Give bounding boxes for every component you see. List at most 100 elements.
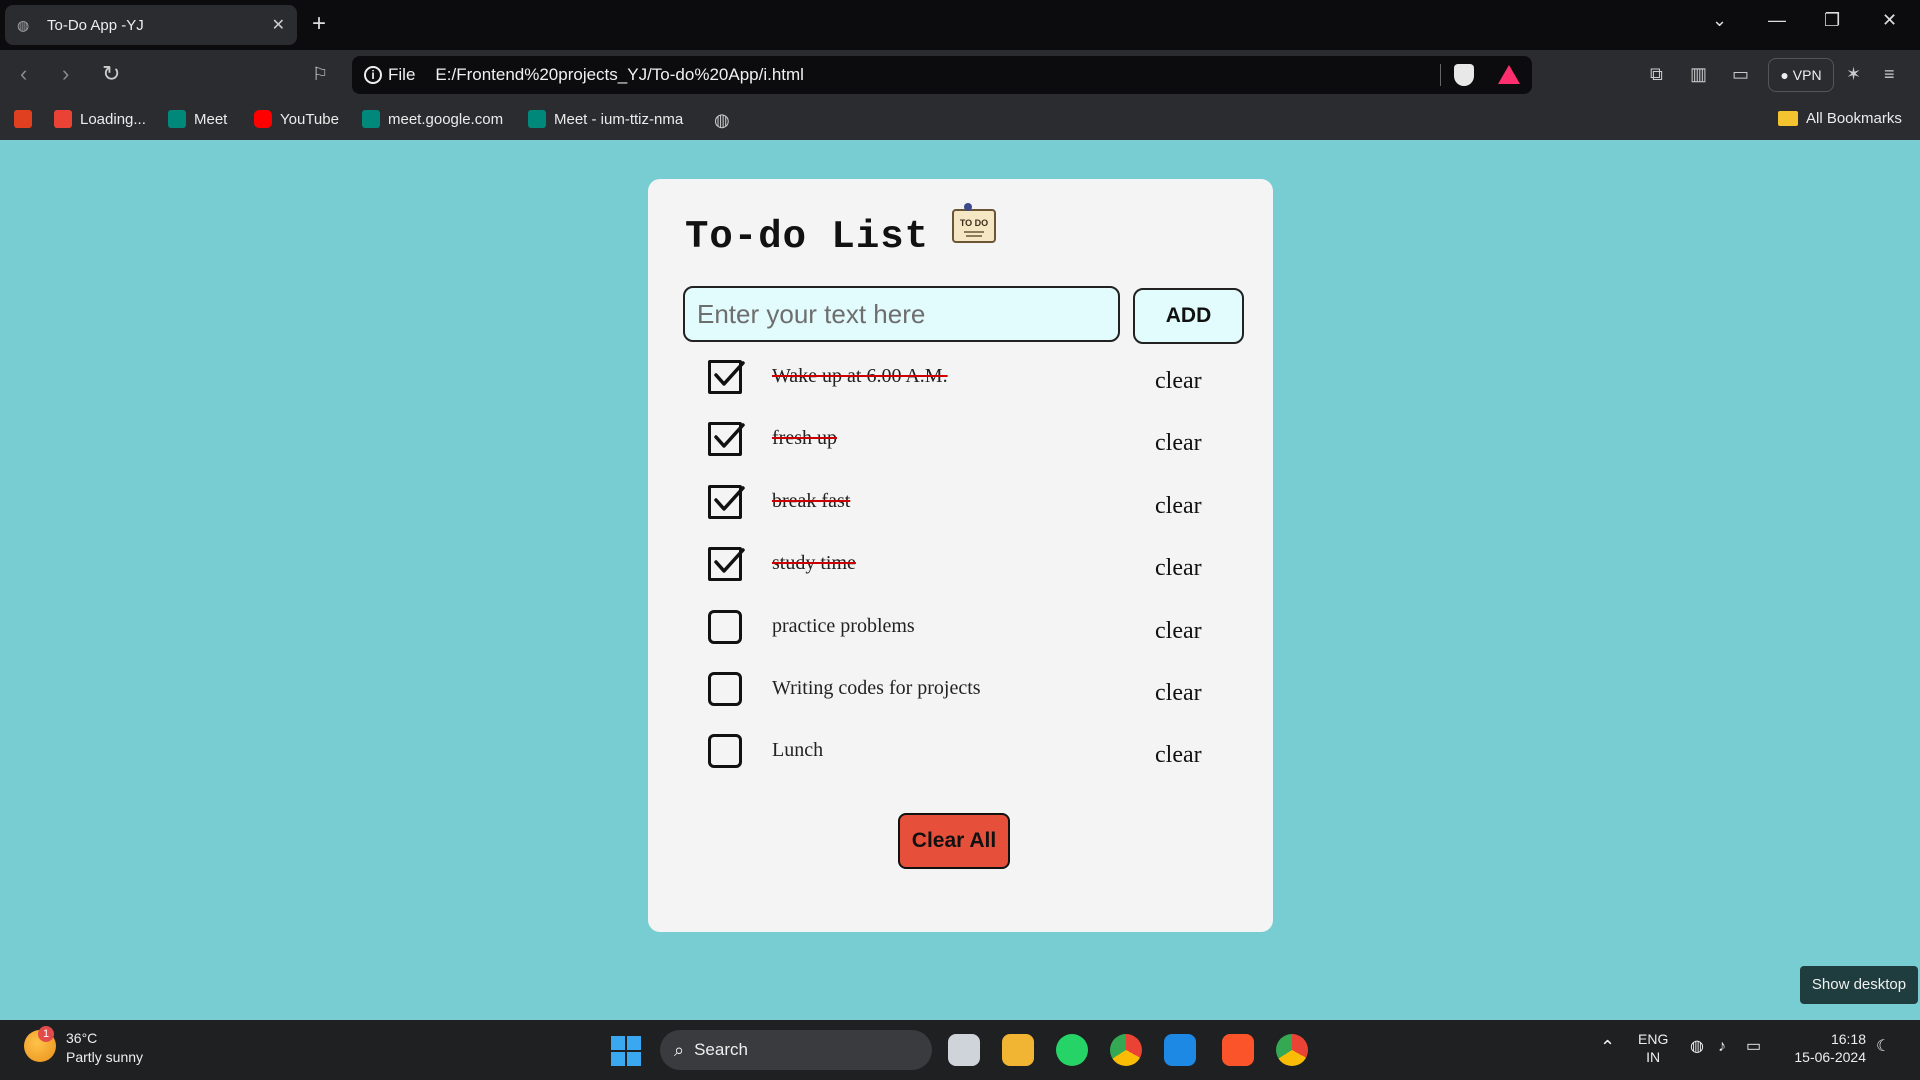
task-row: practice problems clear [708,610,1228,650]
brave-shield-icon[interactable] [1454,64,1474,86]
url-scheme: File [388,65,416,84]
clear-task-button[interactable]: clear [1155,430,1202,457]
browser-toolbar: ‹ › ↻ ⚐ i File E:/Frontend%20projects_YJ… [0,50,1920,100]
search-icon: ⌕ [674,1039,685,1060]
new-tab-button[interactable]: + [312,10,326,38]
chrome-icon[interactable] [1110,1034,1142,1066]
weather-badge: 1 [38,1026,54,1042]
task-text: Lunch [772,739,824,761]
leo-icon[interactable]: ✶ [1846,64,1861,85]
all-bookmarks-button[interactable]: All Bookmarks [1778,110,1902,127]
bookmark-globe-icon[interactable]: ◍ [714,110,730,131]
reload-icon[interactable]: ↻ [102,62,120,86]
brave-rewards-icon[interactable] [1498,65,1520,84]
task-text: practice problems [772,615,915,637]
bookmark-item[interactable]: Loading... [54,110,146,128]
all-bookmarks-label: All Bookmarks [1806,110,1902,127]
checkbox-checked[interactable] [708,360,745,394]
clear-task-button[interactable]: clear [1155,742,1202,769]
bookmark-item[interactable]: Meet - ium-ttiz-nma [528,110,683,128]
clear-task-button[interactable]: clear [1155,493,1202,520]
network-icon[interactable]: ◍ [1690,1038,1704,1056]
task-row: fresh up clear [708,422,1228,462]
gmail-icon [54,110,72,128]
restore-button[interactable]: ❐ [1824,10,1840,31]
vpn-button[interactable]: ● VPN [1768,58,1834,92]
bookmark-item[interactable]: meet.google.com [362,110,503,128]
notifications-icon[interactable]: ☾ [1876,1038,1890,1056]
todo-card: To-do List TO DO ADD Wake up at 6.00 A.M… [648,179,1273,932]
globe-icon: ◍ [17,17,30,33]
wallet-icon[interactable]: ▭ [1732,64,1749,85]
task-row: Writing codes for projects clear [708,672,1228,712]
clear-all-button[interactable]: Clear All [898,813,1010,869]
menu-icon[interactable]: ≡ [1884,64,1895,85]
weather-temp: 36°C [66,1030,98,1046]
bookmark-label: meet.google.com [388,110,504,128]
checkbox[interactable] [708,734,742,768]
file-explorer-icon[interactable] [1002,1034,1034,1066]
task-text: Writing codes for projects [772,677,981,699]
url-divider [1440,64,1441,86]
meet-icon [362,110,380,128]
weather-widget[interactable]: 1 36°C Partly sunny [24,1026,144,1065]
task-view-icon[interactable] [948,1034,980,1066]
minimize-button[interactable]: — [1768,10,1786,31]
bookmark-icon[interactable]: ⚐ [312,62,328,86]
address-bar[interactable]: i File E:/Frontend%20projects_YJ/To-do%2… [352,56,1532,94]
clear-task-button[interactable]: clear [1155,680,1202,707]
task-text: fresh up [772,427,837,449]
start-button[interactable] [611,1036,641,1066]
weather-icon: 1 [24,1026,56,1062]
checkbox[interactable] [708,610,742,644]
brave-icon[interactable] [1222,1034,1254,1066]
clear-task-button[interactable]: clear [1155,555,1202,582]
back-icon[interactable]: ‹ [20,62,27,86]
bookmark-item[interactable]: YouTube [254,110,339,128]
checkbox-checked[interactable] [708,422,745,456]
tray-chevron-icon[interactable]: ⌃ [1600,1038,1615,1056]
language-indicator[interactable]: ENG IN [1638,1030,1668,1066]
chrome-profile-icon[interactable] [1276,1034,1308,1066]
task-row: Wake up at 6.00 A.M. clear [708,360,1228,400]
bookmark-item[interactable]: Meet [168,110,227,128]
bookmark-app-icon[interactable] [14,110,32,128]
vpn-label: VPN [1792,67,1822,83]
task-text: Wake up at 6.00 A.M. [772,365,948,387]
battery-icon[interactable]: ▭ [1746,1038,1761,1056]
folder-icon [1778,111,1798,126]
meet-icon [528,110,546,128]
checkbox-checked[interactable] [708,547,745,581]
extensions-icon[interactable]: ⧉ [1650,64,1663,85]
info-icon[interactable]: i [364,66,382,84]
weather-desc: Partly sunny [66,1049,144,1065]
task-text: study time [772,552,856,574]
checkmark-icon [714,486,745,511]
bookmarks-bar: Loading... Meet YouTube meet.google.com … [0,100,1920,140]
clear-task-button[interactable]: clear [1155,368,1202,395]
tab-search-icon[interactable]: ⌄ [1712,10,1727,31]
task-row: study time clear [708,547,1228,587]
whatsapp-icon[interactable] [1056,1034,1088,1066]
todo-note-icon: TO DO [952,203,996,243]
checkmark-icon [714,423,745,448]
clock[interactable]: 16:18 15-06-2024 [1790,1030,1866,1066]
bookmark-label: Loading... [80,110,146,128]
taskbar-search[interactable]: ⌕ Search [660,1030,932,1070]
add-button[interactable]: ADD [1133,288,1244,344]
task-input[interactable] [683,286,1120,342]
forward-icon[interactable]: › [62,62,69,86]
vscode-icon[interactable] [1164,1034,1196,1066]
volume-icon[interactable]: ♪ [1718,1038,1726,1056]
taskbar: 1 36°C Partly sunny ⌕ Search ⌃ ENG IN ◍ … [0,1020,1920,1080]
checkbox[interactable] [708,672,742,706]
browser-tab[interactable]: ◍ To-Do App -YJ ✕ [5,5,297,45]
sidebar-icon[interactable]: ▥ [1690,64,1707,85]
youtube-icon [254,110,272,128]
checkbox-checked[interactable] [708,485,745,519]
task-row: break fast clear [708,485,1228,525]
clear-task-button[interactable]: clear [1155,618,1202,645]
url-text[interactable]: E:/Frontend%20projects_YJ/To-do%20App/i.… [435,65,804,85]
close-tab-icon[interactable]: ✕ [272,15,285,35]
close-window-button[interactable]: ✕ [1882,10,1897,31]
